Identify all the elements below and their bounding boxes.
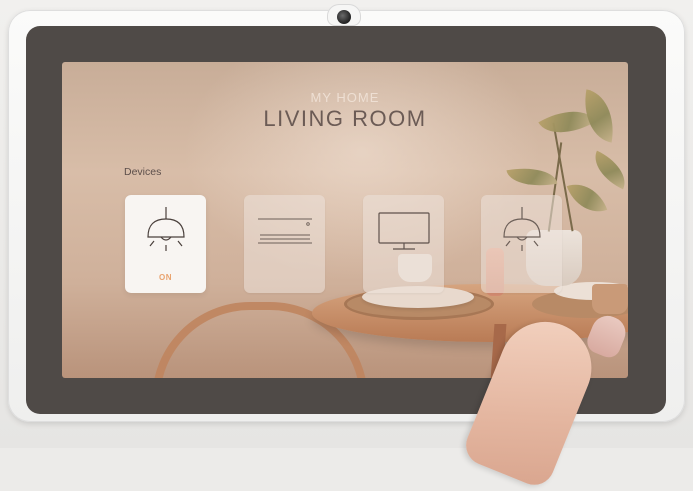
tv-icon bbox=[378, 212, 430, 250]
ceiling-lamp-icon bbox=[147, 207, 185, 251]
device-tile-tv[interactable] bbox=[363, 195, 444, 293]
air-conditioner-icon bbox=[258, 218, 312, 244]
device-tile-lamp[interactable]: ON bbox=[125, 195, 206, 293]
ceiling-lamp-icon bbox=[503, 207, 541, 251]
device-status-label: ON bbox=[159, 273, 172, 282]
devices-section-label: Devices bbox=[124, 166, 162, 178]
plant-leaf-image bbox=[586, 150, 628, 190]
device-tile-air-conditioner[interactable] bbox=[244, 195, 325, 293]
home-label: MY HOME bbox=[310, 90, 380, 105]
plant-leaf-image bbox=[566, 175, 608, 221]
room-title: LIVING ROOM bbox=[263, 106, 427, 131]
device-tile-lamp-2[interactable] bbox=[481, 195, 562, 293]
mug-image bbox=[592, 284, 628, 314]
camera-icon bbox=[337, 10, 351, 24]
